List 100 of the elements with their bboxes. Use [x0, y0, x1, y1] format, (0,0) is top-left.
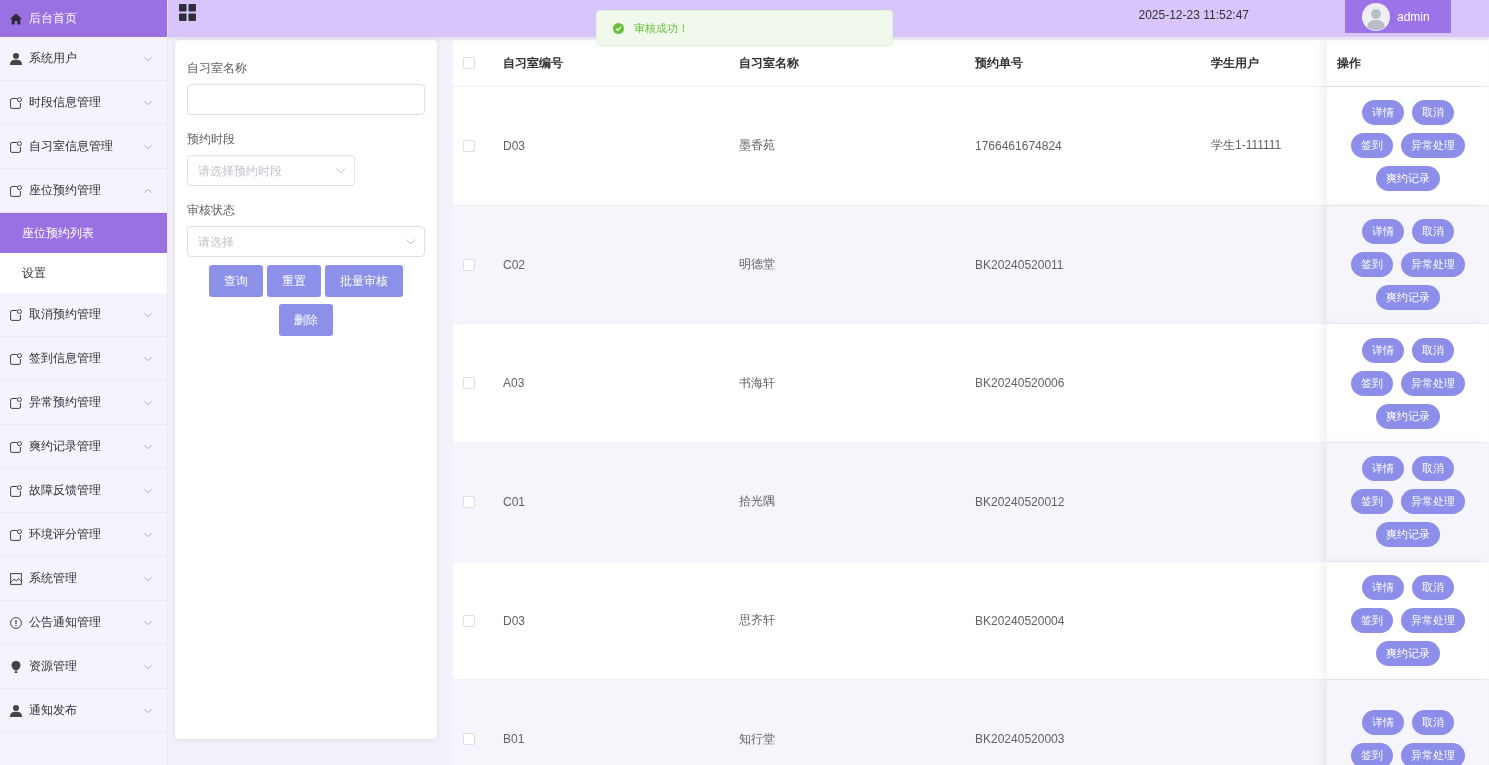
- select-field[interactable]: 请选择: [187, 226, 425, 257]
- batch-review-button[interactable]: 批量审核: [325, 265, 403, 297]
- exception-button[interactable]: 异常处理: [1400, 370, 1465, 396]
- delete-button[interactable]: 删除: [279, 304, 333, 336]
- details-button[interactable]: 详情: [1361, 575, 1404, 601]
- query-button[interactable]: 查询: [209, 265, 263, 297]
- checkbox[interactable]: [463, 377, 475, 390]
- field-label: 审核状态: [187, 203, 236, 218]
- table-cell: 拾光隅: [739, 493, 775, 511]
- chevron-down-icon[interactable]: [144, 312, 152, 317]
- menu-item[interactable]: 资源管理: [0, 645, 167, 689]
- user-menu-button[interactable]: admin: [1345, 0, 1451, 33]
- table-cell: BK20240520003: [975, 732, 1065, 747]
- details-button[interactable]: 详情: [1361, 219, 1404, 245]
- table-cell: 墨香苑: [739, 137, 775, 155]
- table-cell: 学生1-111111: [1211, 137, 1282, 155]
- chevron-down-icon[interactable]: [144, 100, 152, 105]
- cancel-button[interactable]: 取消: [1411, 456, 1454, 482]
- chevron-down-icon[interactable]: [144, 708, 152, 713]
- document-icon: [10, 528, 22, 541]
- check-in-button[interactable]: 签到: [1350, 252, 1393, 278]
- table-cell: 书海轩: [739, 374, 775, 392]
- menu-item[interactable]: 自习室信息管理: [0, 125, 167, 169]
- chevron-down-icon[interactable]: [144, 620, 152, 625]
- checkbox[interactable]: [463, 495, 475, 508]
- table-cell: BK20240520012: [975, 494, 1065, 509]
- menu-item[interactable]: 时段信息管理: [0, 81, 167, 125]
- chevron-down-icon[interactable]: [144, 56, 152, 61]
- checkbox[interactable]: [463, 614, 475, 627]
- document-icon: [10, 440, 22, 453]
- text-input[interactable]: [187, 84, 425, 115]
- check-in-button[interactable]: 签到: [1350, 370, 1393, 396]
- chevron-down-icon[interactable]: [144, 444, 152, 449]
- chevron-up-icon[interactable]: [144, 188, 152, 193]
- cancel-button[interactable]: 取消: [1411, 575, 1454, 601]
- chevron-down-icon[interactable]: [144, 532, 152, 537]
- reset-button[interactable]: 重置: [267, 265, 321, 297]
- chevron-down-icon[interactable]: [144, 400, 152, 405]
- exception-button[interactable]: 异常处理: [1400, 252, 1465, 278]
- alert-icon: [10, 616, 22, 629]
- checkbox[interactable]: [463, 57, 475, 69]
- table-cell: BK20240520004: [975, 613, 1065, 628]
- check-in-button[interactable]: 签到: [1350, 608, 1393, 634]
- document-icon: [10, 352, 22, 365]
- exception-button[interactable]: 异常处理: [1400, 133, 1465, 159]
- no-show-record-button[interactable]: 爽约记录: [1375, 285, 1440, 311]
- chevron-down-icon[interactable]: [144, 488, 152, 493]
- exception-button[interactable]: 异常处理: [1400, 743, 1465, 765]
- check-in-button[interactable]: 签到: [1350, 743, 1393, 765]
- bulb-icon: [10, 660, 22, 673]
- no-show-record-button[interactable]: 爽约记录: [1375, 166, 1440, 192]
- table-cell: C01: [503, 494, 525, 509]
- cancel-button[interactable]: 取消: [1411, 219, 1454, 245]
- table-cell: BK20240520011: [975, 257, 1064, 272]
- chevron-down-icon[interactable]: [144, 664, 152, 669]
- submenu-item[interactable]: 设置: [0, 253, 167, 293]
- cancel-button[interactable]: 取消: [1411, 337, 1454, 363]
- details-button[interactable]: 详情: [1361, 337, 1404, 363]
- menu-item[interactable]: 异常预约管理: [0, 381, 167, 425]
- menu-item[interactable]: 系统管理: [0, 557, 167, 601]
- table-cell: C02: [503, 257, 525, 272]
- menu-item[interactable]: 公告通知管理: [0, 601, 167, 645]
- table-cell: BK20240520006: [975, 376, 1065, 391]
- chevron-down-icon[interactable]: [144, 356, 152, 361]
- table-cell: B01: [503, 732, 525, 747]
- cancel-button[interactable]: 取消: [1411, 100, 1454, 126]
- check-in-button[interactable]: 签到: [1350, 489, 1393, 515]
- no-show-record-button[interactable]: 爽约记录: [1375, 641, 1440, 667]
- check-in-button[interactable]: 签到: [1350, 133, 1393, 159]
- table-cell: D03: [503, 138, 525, 153]
- no-show-record-button[interactable]: 爽约记录: [1375, 403, 1440, 429]
- checkbox[interactable]: [463, 139, 475, 152]
- table-cell: 知行堂: [739, 730, 775, 748]
- menu-item[interactable]: 爽约记录管理: [0, 425, 167, 469]
- menu-item[interactable]: 环境评分管理: [0, 513, 167, 557]
- exception-button[interactable]: 异常处理: [1400, 489, 1465, 515]
- details-button[interactable]: 详情: [1361, 710, 1404, 736]
- avatar-icon: [1362, 2, 1390, 31]
- select-field[interactable]: 请选择预约时段: [187, 155, 355, 186]
- menu-item[interactable]: 签到信息管理: [0, 337, 167, 381]
- chevron-down-icon[interactable]: [406, 239, 416, 245]
- chevron-down-icon[interactable]: [144, 576, 152, 581]
- menu-item[interactable]: 系统用户: [0, 37, 167, 81]
- checkbox[interactable]: [463, 258, 475, 271]
- image-icon: [10, 572, 22, 585]
- grid-menu-icon[interactable]: [179, 4, 196, 21]
- submenu-item[interactable]: 座位预约列表: [0, 213, 167, 253]
- menu-item[interactable]: 故障反馈管理: [0, 469, 167, 513]
- checkbox[interactable]: [463, 733, 475, 746]
- menu-item[interactable]: 通知发布: [0, 689, 167, 733]
- details-button[interactable]: 详情: [1361, 456, 1404, 482]
- toast-text: 审核成功！: [634, 20, 689, 36]
- exception-button[interactable]: 异常处理: [1400, 608, 1465, 634]
- details-button[interactable]: 详情: [1361, 100, 1404, 126]
- no-show-record-button[interactable]: 爽约记录: [1375, 522, 1440, 548]
- cancel-button[interactable]: 取消: [1411, 710, 1454, 736]
- chevron-down-icon[interactable]: [336, 168, 346, 174]
- menu-item[interactable]: 取消预约管理: [0, 293, 167, 337]
- column-header: 自习室编号: [503, 54, 563, 72]
- chevron-down-icon[interactable]: [144, 144, 152, 149]
